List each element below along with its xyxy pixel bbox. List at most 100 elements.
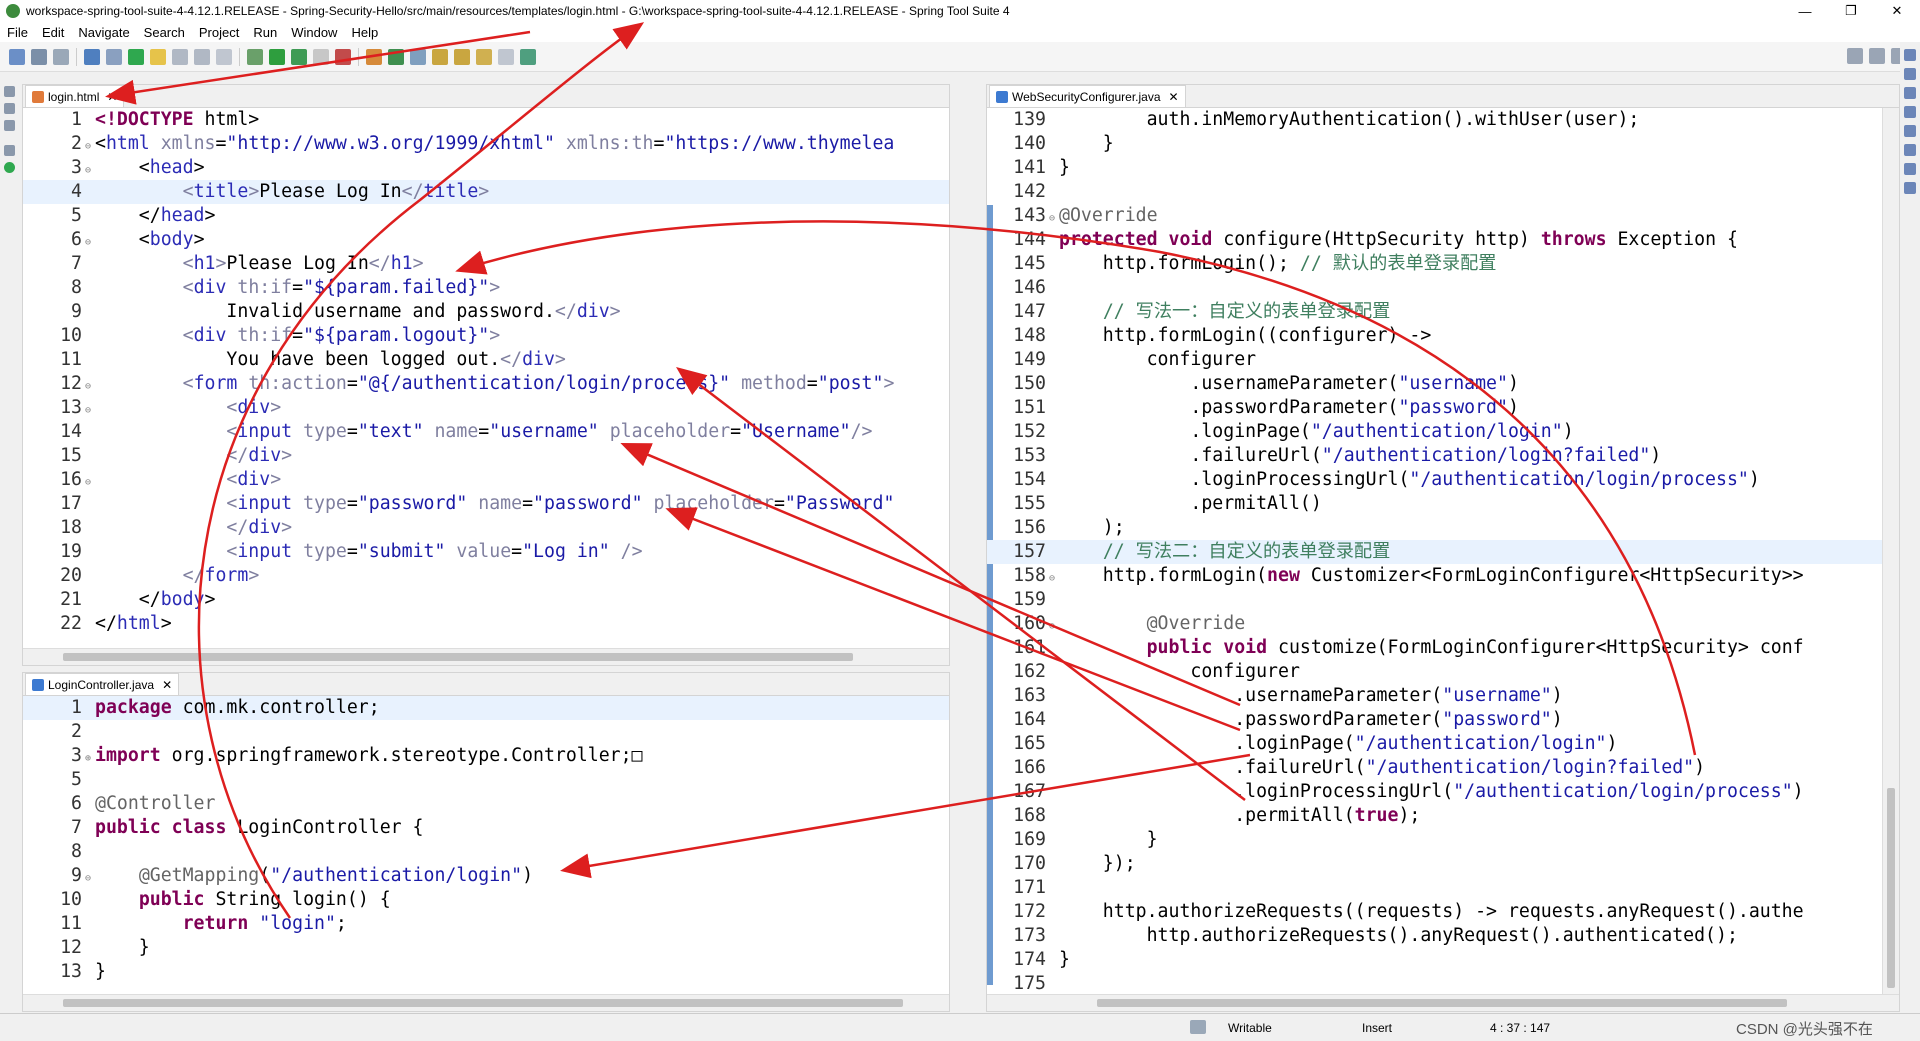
boot-dashboard-icon[interactable] xyxy=(4,162,15,173)
close-tab-icon[interactable]: ✕ xyxy=(1169,90,1179,104)
code-line[interactable]: 13} xyxy=(23,960,949,984)
horizontal-scrollbar[interactable] xyxy=(23,648,949,665)
save-all-icon[interactable] xyxy=(53,48,69,65)
code-line[interactable]: 144 protected void configure(HttpSecurity… xyxy=(987,228,1899,252)
show-whitespace-icon[interactable] xyxy=(216,48,232,65)
minimize-button[interactable]: — xyxy=(1782,0,1828,22)
code-line[interactable]: 174} xyxy=(987,948,1899,972)
code-line[interactable]: 151 .passwordParameter("password") xyxy=(987,396,1899,420)
code-line[interactable]: 15 </div> xyxy=(23,444,949,468)
code-area[interactable]: 1 package com.mk.controller; 2 3 ⊕ import org… xyxy=(23,696,949,1011)
code-line[interactable]: 10 <div th:if="${param.logout}"> xyxy=(23,324,949,348)
console-icon[interactable] xyxy=(1904,163,1916,175)
external-tools-icon[interactable] xyxy=(335,48,351,65)
new-package-icon[interactable] xyxy=(366,48,382,65)
code-line[interactable]: 166 .failureUrl("/authentication/login?f… xyxy=(987,756,1899,780)
code-line[interactable]: 4 <title>Please Log In</title> xyxy=(23,180,949,204)
close-tab-icon[interactable]: ✕ xyxy=(162,678,172,692)
code-line[interactable]: 18 </div> xyxy=(23,516,949,540)
code-line[interactable]: 165 .loginPage("/authentication/login") xyxy=(987,732,1899,756)
forward-icon[interactable] xyxy=(498,48,514,65)
code-line[interactable]: 14 <input type="text" name="username" pl… xyxy=(23,420,949,444)
code-line[interactable]: 149 configurer xyxy=(987,348,1899,372)
run-icon[interactable] xyxy=(269,48,285,65)
pin-editor-icon[interactable] xyxy=(520,48,536,65)
code-line[interactable]: 1 <!DOCTYPE html> xyxy=(23,108,949,132)
scroll-thumb[interactable] xyxy=(1097,999,1787,1007)
coverage-icon[interactable] xyxy=(291,48,307,65)
code-line[interactable]: 12 ⊖ <form th:action="@{/authentication/l… xyxy=(23,372,949,396)
restore-icon[interactable] xyxy=(1904,49,1916,61)
horizontal-scrollbar[interactable] xyxy=(987,994,1899,1011)
search-icon[interactable] xyxy=(106,48,122,65)
mark-occurrences-icon[interactable] xyxy=(150,48,166,65)
code-area[interactable]: 139 auth.inMemoryAuthentication().withUs… xyxy=(987,108,1899,1011)
code-line[interactable]: 147 // 写法一：自定义的表单登录配置 xyxy=(987,300,1899,324)
code-line[interactable]: 12 } xyxy=(23,936,949,960)
scroll-thumb[interactable] xyxy=(63,999,903,1007)
code-line[interactable]: 168 .permitAll(true); xyxy=(987,804,1899,828)
code-line[interactable]: 5 </head> xyxy=(23,204,949,228)
code-line[interactable]: 146 xyxy=(987,276,1899,300)
menu-help[interactable]: Help xyxy=(344,25,385,40)
task-list-icon[interactable] xyxy=(1904,87,1916,99)
open-type-icon[interactable] xyxy=(84,48,100,65)
code-line[interactable]: 148 http.formLogin((configurer) -> xyxy=(987,324,1899,348)
code-line[interactable]: 6 ⊖ <body> xyxy=(23,228,949,252)
code-line[interactable]: 163 .usernameParameter("username") xyxy=(987,684,1899,708)
restore-icon[interactable] xyxy=(4,86,15,97)
menu-search[interactable]: Search xyxy=(137,25,192,40)
code-line[interactable]: 16 ⊖ <div> xyxy=(23,468,949,492)
code-line[interactable]: 9 ⊖ @GetMapping("/authentication/login") xyxy=(23,864,949,888)
code-line[interactable]: 157 // 写法二：自定义的表单登录配置 xyxy=(987,540,1899,564)
close-tab-icon[interactable]: ✕ xyxy=(107,90,117,104)
javadoc-icon[interactable] xyxy=(1904,125,1916,137)
code-line[interactable]: 145 http.formLogin(); // 默认的表单登录配置 xyxy=(987,252,1899,276)
maximize-button[interactable]: ❐ xyxy=(1828,0,1874,22)
progress-icon[interactable] xyxy=(1904,182,1916,194)
code-line[interactable]: 19 <input type="submit" value="Log in" /… xyxy=(23,540,949,564)
code-line[interactable]: 3 ⊕ import org.springframework.stereotype.… xyxy=(23,744,949,768)
save-icon[interactable] xyxy=(31,48,47,65)
code-line[interactable]: 158 ⊖ http.formLogin(new Customizer<FormL… xyxy=(987,564,1899,588)
stop-icon[interactable] xyxy=(313,48,329,65)
menu-window[interactable]: Window xyxy=(284,25,344,40)
code-line[interactable]: 161 public void customize(FormLoginConfi… xyxy=(987,636,1899,660)
code-line[interactable]: 170 }); xyxy=(987,852,1899,876)
code-line[interactable]: 20 </form> xyxy=(23,564,949,588)
scroll-thumb[interactable] xyxy=(1887,788,1895,988)
problems-icon[interactable] xyxy=(1904,106,1916,118)
search-perspective-icon[interactable] xyxy=(1847,48,1863,64)
type-hierarchy-icon[interactable] xyxy=(4,120,15,131)
menu-run[interactable]: Run xyxy=(246,25,284,40)
tab-login-html[interactable]: login.html ✕ xyxy=(25,85,125,107)
code-line[interactable]: 153 .failureUrl("/authentication/login?f… xyxy=(987,444,1899,468)
code-line[interactable]: 140 } xyxy=(987,132,1899,156)
scroll-thumb[interactable] xyxy=(63,653,853,661)
code-line[interactable]: 162 configurer xyxy=(987,660,1899,684)
back-icon[interactable] xyxy=(476,48,492,65)
code-line[interactable]: 7 public class LoginController { xyxy=(23,816,949,840)
code-line[interactable]: 11 You have been logged out.</div> xyxy=(23,348,949,372)
word-wrap-icon[interactable] xyxy=(172,48,188,65)
code-line[interactable]: 173 http.authorizeRequests().anyRequest(… xyxy=(987,924,1899,948)
open-task-icon[interactable] xyxy=(410,48,426,65)
tab-login-controller[interactable]: LoginController.java ✕ xyxy=(25,673,180,695)
code-line[interactable]: 8 <div th:if="${param.failed}"> xyxy=(23,276,949,300)
restore-icon[interactable] xyxy=(4,145,15,156)
code-line[interactable]: 171 xyxy=(987,876,1899,900)
code-line[interactable]: 159 xyxy=(987,588,1899,612)
menu-navigate[interactable]: Navigate xyxy=(71,25,136,40)
package-explorer-icon[interactable] xyxy=(4,103,15,114)
outline-icon[interactable] xyxy=(1904,68,1916,80)
code-line[interactable]: 164 .passwordParameter("password") xyxy=(987,708,1899,732)
code-line[interactable]: 9 Invalid username and password.</div> xyxy=(23,300,949,324)
menu-file[interactable]: File xyxy=(0,25,35,40)
code-line[interactable]: 172 http.authorizeRequests((requests) ->… xyxy=(987,900,1899,924)
tab-web-security-configurer[interactable]: WebSecurityConfigurer.java ✕ xyxy=(989,85,1186,107)
code-line[interactable]: 22 </html> xyxy=(23,612,949,636)
code-line[interactable]: 141} xyxy=(987,156,1899,180)
code-line[interactable]: 7 <h1>Please Log In</h1> xyxy=(23,252,949,276)
menu-edit[interactable]: Edit xyxy=(35,25,71,40)
code-line[interactable]: 5 xyxy=(23,768,949,792)
